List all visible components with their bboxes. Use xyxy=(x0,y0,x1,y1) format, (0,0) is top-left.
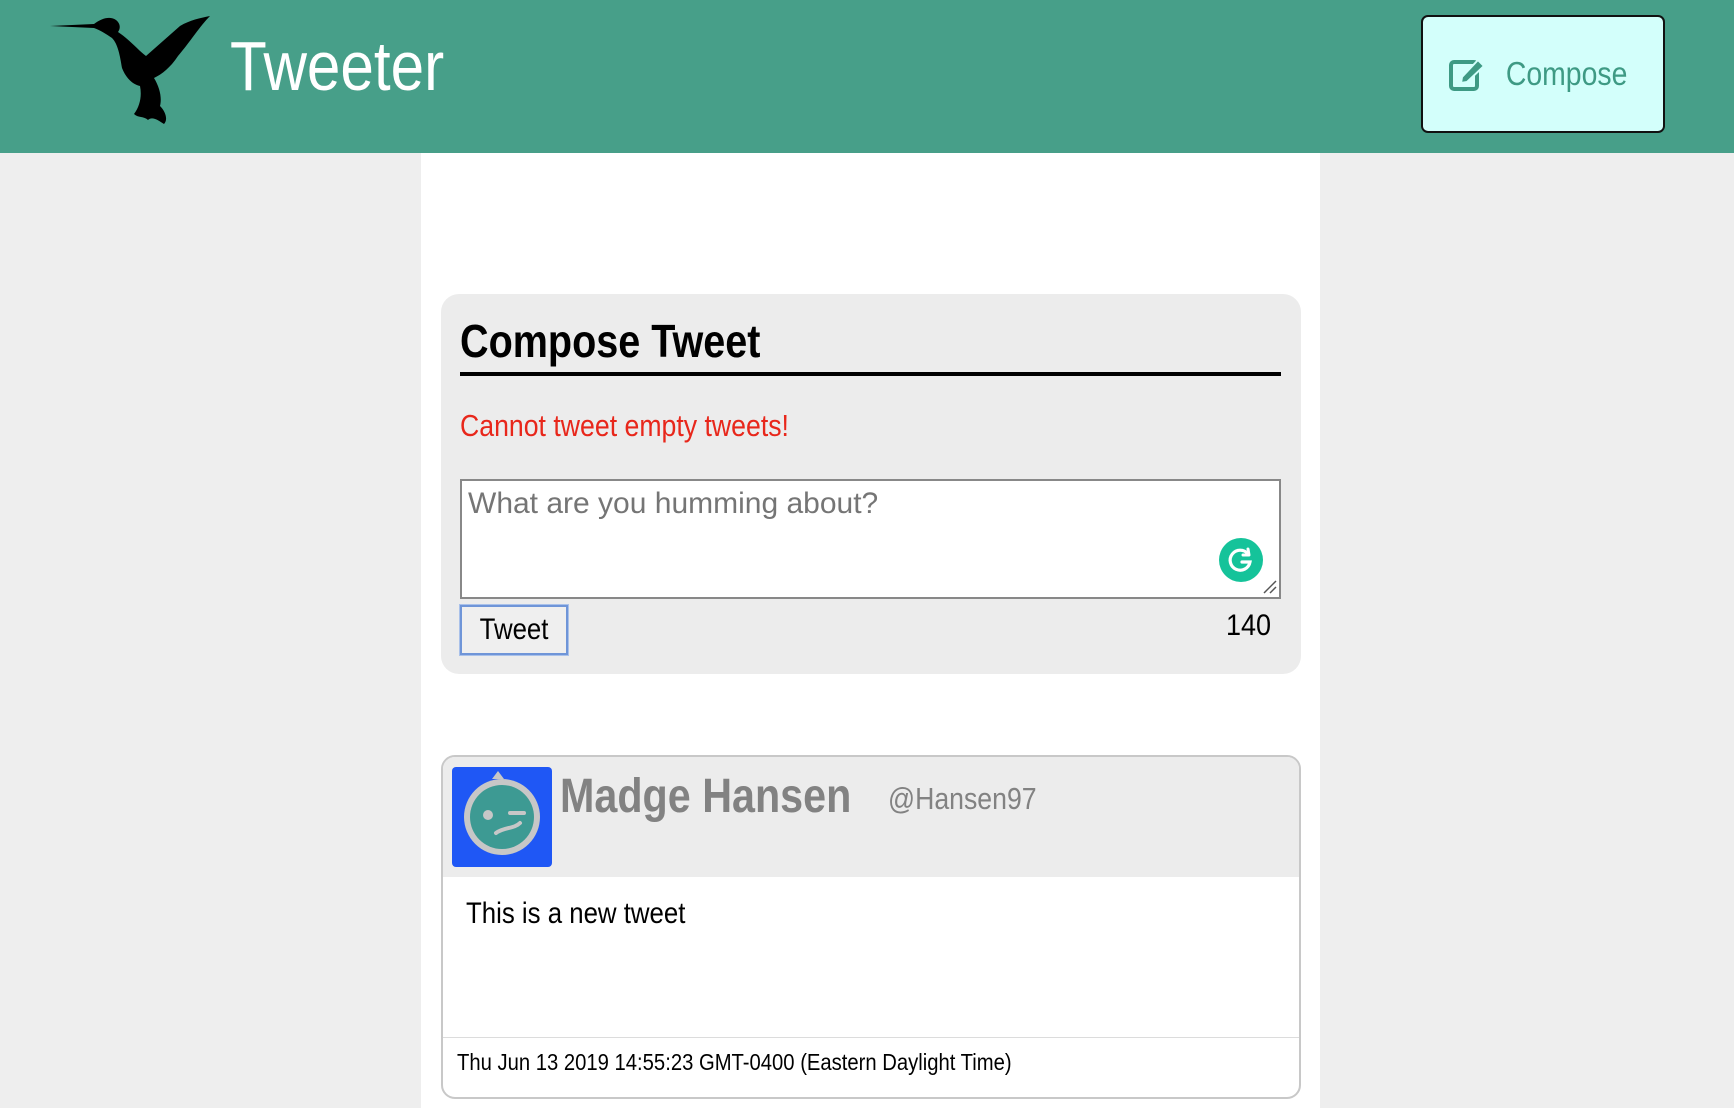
compose-title: Compose Tweet xyxy=(460,315,761,367)
avatar xyxy=(452,767,552,867)
compose-button[interactable]: Compose xyxy=(1421,15,1665,133)
tweet-content: This is a new tweet xyxy=(466,897,686,930)
grammarly-glyph-icon xyxy=(1228,547,1252,572)
tweet-header: Madge Hansen @Hansen97 xyxy=(443,757,1299,877)
character-counter: 140 xyxy=(1225,609,1271,642)
tweet-author-name: Madge Hansen xyxy=(560,770,852,823)
tweet-card: Madge Hansen @Hansen97 This is a new twe… xyxy=(441,755,1301,1099)
edit-icon xyxy=(1449,58,1486,91)
hummingbird-icon[interactable] xyxy=(50,12,210,130)
title-divider xyxy=(460,372,1281,376)
compose-button-label: Compose xyxy=(1506,55,1628,92)
resize-handle-icon[interactable] xyxy=(1261,578,1277,594)
compose-tweet-section: Compose Tweet Cannot tweet empty tweets!… xyxy=(441,294,1301,674)
grammarly-icon[interactable] xyxy=(1219,538,1263,582)
tweet-textarea[interactable] xyxy=(460,479,1281,599)
tweet-submit-label: Tweet xyxy=(479,613,549,646)
error-message: Cannot tweet empty tweets! xyxy=(460,408,789,443)
tweet-timestamp: Thu Jun 13 2019 14:55:23 GMT-0400 (Easte… xyxy=(457,1049,1012,1075)
main-container: Compose Tweet Cannot tweet empty tweets!… xyxy=(421,153,1320,1108)
app-title: Tweeter xyxy=(230,27,445,105)
tweet-author-handle: @Hansen97 xyxy=(888,781,1037,816)
tweet-submit-button[interactable]: Tweet xyxy=(459,604,569,656)
navbar: Tweeter Compose xyxy=(0,0,1734,153)
avatar-face-icon xyxy=(464,771,540,855)
tweet-footer-divider xyxy=(443,1037,1299,1038)
